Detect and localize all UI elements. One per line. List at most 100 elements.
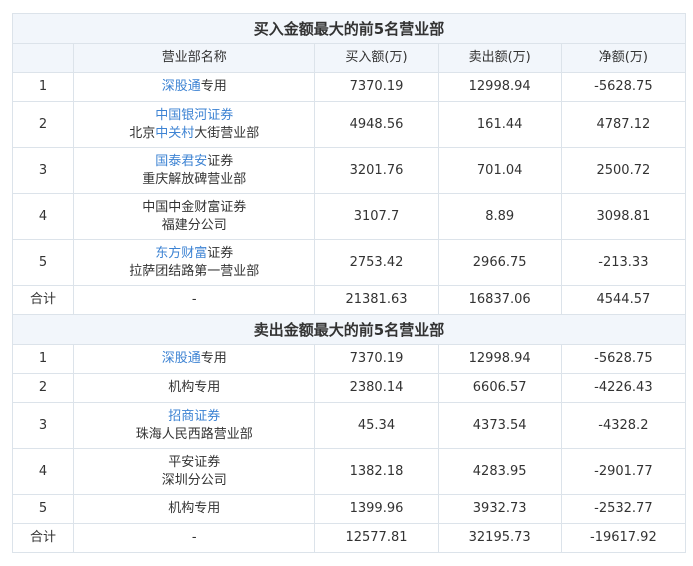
broker-name-cell: 机构专用 — [73, 373, 316, 403]
rank-cell: 3 — [11, 147, 75, 194]
net-amount-cell: -5628.75 — [560, 72, 687, 102]
rank-cell: 2 — [11, 101, 75, 148]
column-header: 买入额(万) — [314, 43, 439, 73]
total-buy: 21381.63 — [314, 285, 439, 315]
broker-name-line: 珠海人民西路营业部 — [74, 426, 314, 444]
broker-name-line: 机构专用 — [74, 379, 314, 397]
header-row: 营业部名称 买入额(万) 卖出额(万) 净额(万) — [11, 43, 687, 73]
sell-amount-cell: 2966.75 — [437, 239, 562, 286]
rank-cell: 4 — [11, 448, 75, 495]
broker-name-cell: 深股通专用 — [73, 344, 316, 374]
buy-amount-cell: 3201.76 — [314, 147, 439, 194]
table-row: 5 东方财富证券 拉萨团结路第一营业部 2753.42 2966.75 -213.33 — [11, 239, 687, 286]
buy-amount-cell: 45.34 — [314, 402, 439, 449]
rank-cell: 5 — [11, 494, 75, 524]
broker-name-text: 大街营业部 — [194, 125, 260, 141]
table-row: 4 平安证券深圳分公司 1382.18 4283.95 -2901.77 — [11, 448, 687, 495]
broker-name-cell: 深股通专用 — [73, 72, 316, 102]
broker-name-cell: 东方财富证券 拉萨团结路第一营业部 — [73, 239, 316, 286]
broker-name-text: 深圳分公司 — [161, 472, 227, 488]
total-label: 合计 — [11, 523, 75, 553]
broker-name-text: 平安证券 — [168, 454, 221, 470]
buy-amount-cell: 1382.18 — [314, 448, 439, 495]
broker-link[interactable]: 东方财富 — [155, 246, 207, 261]
broker-name-text: 证券 — [207, 153, 234, 169]
net-amount-cell: 2500.72 — [560, 147, 687, 194]
total-row: 合计 -12577.81 32195.73 -19617.92 — [11, 523, 687, 553]
broker-name-text: 重庆解放碑营业部 — [142, 171, 247, 187]
table-row: 2 中国银河证券 北京中关村大街营业部 4948.56 161.44 4787.12 — [11, 101, 687, 148]
buy-amount-cell: 7370.19 — [314, 72, 439, 102]
buy-amount-cell: 3107.7 — [314, 193, 439, 240]
broker-name-text: 珠海人民西路营业部 — [135, 426, 253, 442]
broker-name-text: 机构专用 — [168, 501, 221, 516]
broker-ranking-table: 买入金额最大的前5名营业部 营业部名称 买入额(万) 卖出额(万) 净额(万) 1 深股通专… — [11, 13, 687, 553]
table-row: 4 中国中金财富证券 福建分公司 3107.7 8.89 3098.81 — [11, 193, 687, 240]
rank-cell: 1 — [11, 344, 75, 374]
sell-amount-cell: 12998.94 — [437, 344, 562, 374]
table-row: 2 机构专用 2380.14 6606.57 -4226.43 — [11, 373, 687, 403]
broker-name-text: 北京 — [129, 125, 156, 141]
net-amount-cell: 3098.81 — [560, 193, 687, 240]
broker-name-line: 国泰君安证券 — [74, 153, 314, 171]
broker-name-text: 中国中金财富证券 — [142, 199, 247, 215]
column-header: 净额(万) — [560, 43, 687, 73]
broker-name-line: 北京中关村大街营业部 — [74, 125, 314, 143]
broker-name-line: 深圳分公司 — [74, 472, 314, 490]
net-amount-cell: -5628.75 — [560, 344, 687, 374]
broker-name-text: 拉萨团结路第一营业部 — [129, 263, 260, 279]
broker-name-text: 专用 — [200, 79, 227, 94]
broker-link[interactable]: 招商证券 — [168, 409, 220, 424]
buy-amount-cell: 2753.42 — [314, 239, 439, 286]
buy-amount-cell: 7370.19 — [314, 344, 439, 374]
net-amount-cell: -4226.43 — [560, 373, 687, 403]
broker-link[interactable]: 国泰君安 — [155, 154, 207, 169]
broker-name-line: 机构专用 — [74, 500, 314, 518]
sell-section-title-row: 卖出金额最大的前5名营业部 — [12, 314, 686, 345]
total-sell: 32195.73 — [437, 523, 562, 553]
total-net: -19617.92 — [560, 523, 687, 553]
broker-name-text: 专用 — [200, 351, 227, 366]
broker-name-cell: 机构专用 — [73, 494, 316, 524]
rank-cell: 1 — [11, 72, 75, 102]
total-buy: 12577.81 — [314, 523, 439, 553]
buy-amount-cell: 1399.96 — [314, 494, 439, 524]
buy-section-title: 买入金额最大的前5名营业部 — [12, 13, 686, 44]
total-name: - — [73, 285, 316, 315]
sell-amount-cell: 12998.94 — [437, 72, 562, 102]
column-header: 营业部名称 — [73, 43, 316, 73]
sell-amount-cell: 161.44 — [437, 101, 562, 148]
net-amount-cell: -4328.2 — [560, 402, 687, 449]
broker-name-line: 深股通专用 — [74, 78, 314, 96]
broker-name-cell: 中国中金财富证券 福建分公司 — [73, 193, 316, 240]
broker-name-cell: 招商证券珠海人民西路营业部 — [73, 402, 316, 449]
broker-link[interactable]: 深股通 — [162, 79, 201, 94]
broker-name-line: 拉萨团结路第一营业部 — [74, 263, 314, 281]
net-amount-cell: -2532.77 — [560, 494, 687, 524]
total-row: 合计 -21381.63 16837.06 4544.57 — [11, 285, 687, 315]
sell-amount-cell: 6606.57 — [437, 373, 562, 403]
total-net: 4544.57 — [560, 285, 687, 315]
header-blank — [11, 43, 75, 73]
sell-section-title: 卖出金额最大的前5名营业部 — [12, 314, 686, 345]
table-row: 1 深股通专用 7370.19 12998.94 -5628.75 — [11, 344, 687, 374]
total-name: - — [73, 523, 316, 553]
rank-cell: 5 — [11, 239, 75, 286]
sell-amount-cell: 3932.73 — [437, 494, 562, 524]
broker-name-line: 平安证券 — [74, 454, 314, 472]
broker-name-text: 证券 — [207, 245, 234, 261]
buy-section-title-row: 买入金额最大的前5名营业部 — [12, 13, 686, 44]
broker-name-cell: 国泰君安证券 重庆解放碑营业部 — [73, 147, 316, 194]
broker-link[interactable]: 中国银河证券 — [155, 108, 233, 123]
total-label: 合计 — [11, 285, 75, 315]
sell-amount-cell: 701.04 — [437, 147, 562, 194]
broker-name-line: 东方财富证券 — [74, 245, 314, 263]
sell-amount-cell: 8.89 — [437, 193, 562, 240]
net-amount-cell: -2901.77 — [560, 448, 687, 495]
broker-name-line: 重庆解放碑营业部 — [74, 171, 314, 189]
broker-link[interactable]: 深股通 — [162, 351, 201, 366]
broker-link[interactable]: 中关村 — [155, 126, 194, 141]
table-row: 5 机构专用 1399.96 3932.73 -2532.77 — [11, 494, 687, 524]
broker-name-text: 机构专用 — [168, 380, 221, 395]
sell-amount-cell: 4283.95 — [437, 448, 562, 495]
